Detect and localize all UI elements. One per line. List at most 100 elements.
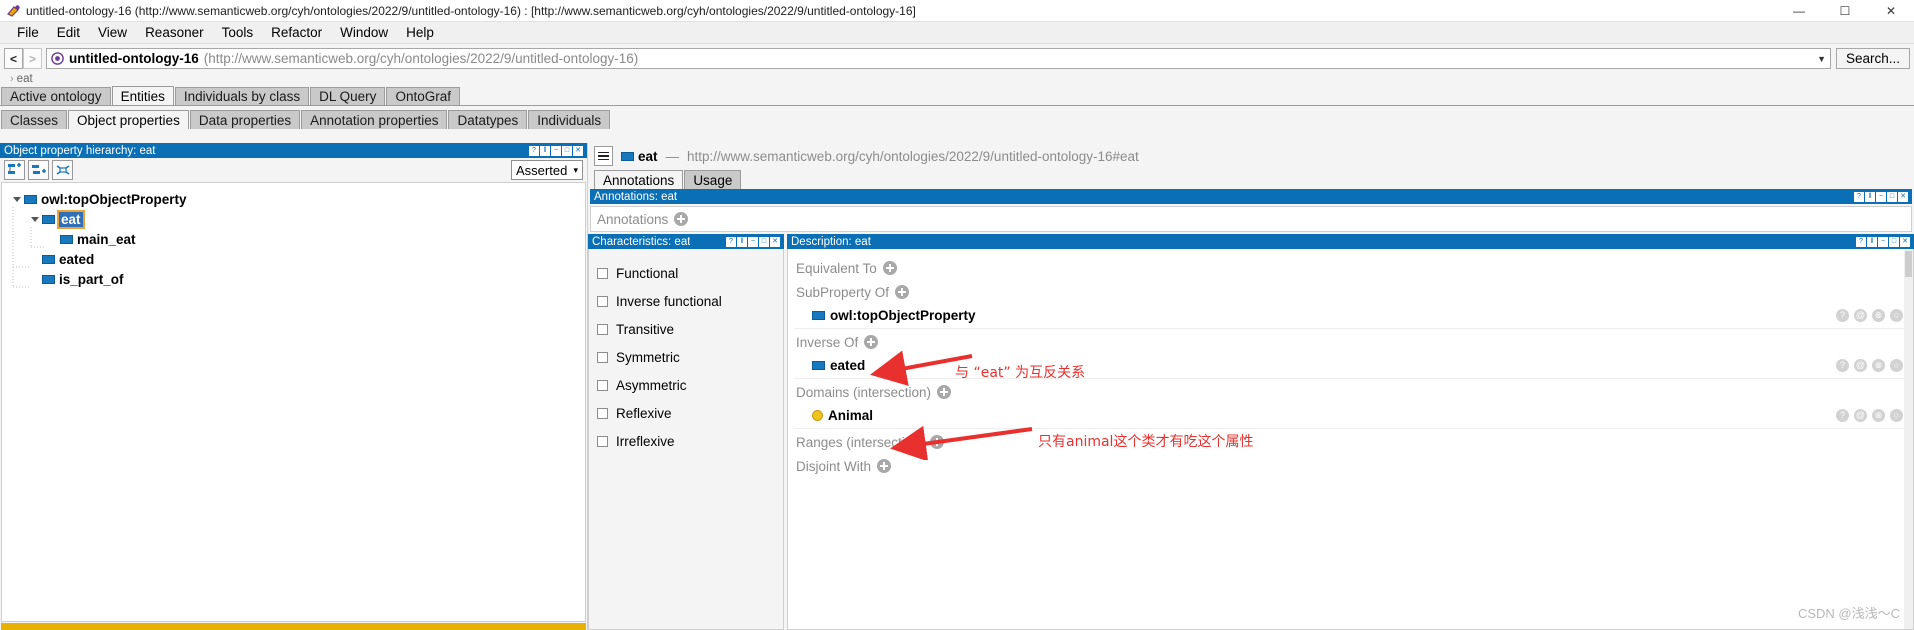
annotations-add-row[interactable]: Annotations bbox=[590, 206, 1912, 232]
ontology-iri-field[interactable]: untitled-ontology-16 (http://www.semanti… bbox=[46, 48, 1831, 69]
edit-icon[interactable]: ○ bbox=[1890, 409, 1903, 422]
tree-node-owl-topobjectproperty[interactable]: owl:topObjectProperty bbox=[8, 189, 585, 209]
checkbox-asymmetric[interactable] bbox=[597, 379, 608, 391]
tab-individuals-by-class[interactable]: Individuals by class bbox=[174, 87, 310, 105]
tab-entities[interactable]: Entities bbox=[111, 86, 174, 105]
tab-data-properties[interactable]: Data properties bbox=[189, 110, 301, 129]
object-property-tree[interactable]: owl:topObjectProperty eat main_eat eated bbox=[1, 182, 586, 622]
edit-icon[interactable]: ○ bbox=[1890, 359, 1903, 372]
checkbox-functional[interactable] bbox=[597, 267, 608, 279]
menu-item-file[interactable]: File bbox=[8, 23, 48, 42]
delete-icon[interactable]: ⊗ bbox=[1872, 409, 1885, 422]
panel-minimize-icon[interactable]: − bbox=[1876, 191, 1886, 202]
panel-split-icon[interactable]: ‖ bbox=[540, 145, 550, 156]
characteristic-inverse-functional[interactable]: Inverse functional bbox=[597, 287, 783, 315]
panel-minimize-icon[interactable]: − bbox=[1878, 236, 1888, 247]
tab-object-properties[interactable]: Object properties bbox=[68, 110, 189, 129]
description-scrollbar[interactable] bbox=[1904, 249, 1913, 629]
characteristic-transitive[interactable]: Transitive bbox=[597, 315, 783, 343]
hamburger-icon[interactable] bbox=[594, 146, 613, 166]
menu-item-reasoner[interactable]: Reasoner bbox=[136, 23, 213, 42]
close-button[interactable]: ✕ bbox=[1868, 0, 1914, 22]
add-sub-property-button[interactable] bbox=[28, 160, 49, 180]
tab-ontograf[interactable]: OntoGraf bbox=[386, 87, 460, 105]
add-annotation-button[interactable] bbox=[674, 212, 689, 226]
characteristic-reflexive[interactable]: Reflexive bbox=[597, 399, 783, 427]
menu-item-view[interactable]: View bbox=[89, 23, 136, 42]
delete-icon[interactable]: ⊗ bbox=[1872, 309, 1885, 322]
explain-icon[interactable]: ? bbox=[1836, 309, 1849, 322]
panel-close-icon[interactable]: ✕ bbox=[573, 145, 583, 156]
annotate-icon[interactable]: @ bbox=[1854, 309, 1867, 322]
forward-button[interactable]: > bbox=[23, 48, 42, 69]
description-item-owl-topobjectproperty[interactable]: owl:topObjectProperty ? @ ⊗ ○ bbox=[794, 303, 1913, 329]
panel-minimize-icon[interactable]: − bbox=[748, 236, 758, 247]
delete-property-button[interactable] bbox=[52, 160, 73, 180]
add-sibling-property-button[interactable] bbox=[4, 160, 25, 180]
tab-individuals[interactable]: Individuals bbox=[528, 110, 611, 129]
explain-icon[interactable]: ? bbox=[1836, 409, 1849, 422]
add-equivalent-to-button[interactable] bbox=[882, 261, 897, 275]
menu-item-help[interactable]: Help bbox=[397, 23, 443, 42]
panel-maximize-icon[interactable]: □ bbox=[1887, 191, 1897, 202]
panel-split-icon[interactable]: ‖ bbox=[737, 236, 747, 247]
panel-maximize-icon[interactable]: □ bbox=[1889, 236, 1899, 247]
tree-node-is-part-of[interactable]: is_part_of bbox=[8, 269, 585, 289]
tab-datatypes[interactable]: Datatypes bbox=[448, 110, 528, 129]
panel-split-icon[interactable]: ‖ bbox=[1865, 191, 1875, 202]
panel-help-icon[interactable]: ? bbox=[1854, 191, 1864, 202]
tree-node-main-eat[interactable]: main_eat bbox=[8, 229, 585, 249]
characteristic-symmetric[interactable]: Symmetric bbox=[597, 343, 783, 371]
annotate-icon[interactable]: @ bbox=[1854, 409, 1867, 422]
checkbox-symmetric[interactable] bbox=[597, 351, 608, 363]
panel-help-icon[interactable]: ? bbox=[726, 236, 736, 247]
edit-icon[interactable]: ○ bbox=[1890, 309, 1903, 322]
explain-icon[interactable]: ? bbox=[1836, 359, 1849, 372]
tab-usage[interactable]: Usage bbox=[684, 170, 742, 189]
panel-split-icon[interactable]: ‖ bbox=[1867, 236, 1877, 247]
characteristic-irreflexive[interactable]: Irreflexive bbox=[597, 427, 783, 455]
breadcrumb-item-eat[interactable]: eat bbox=[17, 73, 33, 85]
back-button[interactable]: < bbox=[4, 48, 23, 69]
minimize-button[interactable]: — bbox=[1776, 0, 1822, 22]
checkbox-irreflexive[interactable] bbox=[597, 435, 608, 447]
expand-arrow-icon[interactable] bbox=[28, 216, 42, 222]
checkbox-transitive[interactable] bbox=[597, 323, 608, 335]
status-progress-bar bbox=[1, 623, 586, 630]
description-panel-header: Description: eat ? ‖ − □ ✕ bbox=[787, 234, 1914, 249]
tab-annotation-properties[interactable]: Annotation properties bbox=[301, 110, 448, 129]
panel-close-icon[interactable]: ✕ bbox=[1898, 191, 1908, 202]
delete-icon[interactable]: ⊗ bbox=[1872, 359, 1885, 372]
tab-annotations[interactable]: Annotations bbox=[594, 170, 684, 189]
menu-item-edit[interactable]: Edit bbox=[48, 23, 89, 42]
panel-help-icon[interactable]: ? bbox=[529, 145, 539, 156]
characteristic-functional[interactable]: Functional bbox=[597, 259, 783, 287]
tree-node-eated[interactable]: eated bbox=[8, 249, 585, 269]
add-inverse-of-button[interactable] bbox=[864, 335, 879, 349]
annotate-icon[interactable]: @ bbox=[1854, 359, 1867, 372]
panel-close-icon[interactable]: ✕ bbox=[770, 236, 780, 247]
menu-item-refactor[interactable]: Refactor bbox=[262, 23, 331, 42]
panel-close-icon[interactable]: ✕ bbox=[1900, 236, 1910, 247]
reasoner-view-selector[interactable]: Asserted ▾ bbox=[511, 160, 583, 180]
maximize-button[interactable]: ☐ bbox=[1822, 0, 1868, 22]
panel-minimize-icon[interactable]: − bbox=[551, 145, 561, 156]
panel-maximize-icon[interactable]: □ bbox=[562, 145, 572, 156]
menu-item-tools[interactable]: Tools bbox=[213, 23, 263, 42]
tab-dl-query[interactable]: DL Query bbox=[310, 87, 386, 105]
panel-maximize-icon[interactable]: □ bbox=[759, 236, 769, 247]
characteristic-asymmetric[interactable]: Asymmetric bbox=[597, 371, 783, 399]
tree-node-eat[interactable]: eat bbox=[8, 209, 585, 229]
chevron-down-icon[interactable]: ▼ bbox=[1811, 54, 1826, 64]
add-disjoint-with-button[interactable] bbox=[877, 459, 892, 473]
menu-item-window[interactable]: Window bbox=[331, 23, 397, 42]
tab-active-ontology[interactable]: Active ontology bbox=[1, 87, 111, 105]
checkbox-reflexive[interactable] bbox=[597, 407, 608, 419]
tab-classes[interactable]: Classes bbox=[1, 110, 68, 129]
expand-arrow-icon[interactable] bbox=[10, 196, 24, 202]
scrollbar-thumb[interactable] bbox=[1905, 251, 1912, 277]
search-button[interactable]: Search... bbox=[1836, 48, 1910, 69]
add-subproperty-of-button[interactable] bbox=[895, 285, 910, 299]
checkbox-inverse-functional[interactable] bbox=[597, 295, 608, 307]
panel-help-icon[interactable]: ? bbox=[1856, 236, 1866, 247]
